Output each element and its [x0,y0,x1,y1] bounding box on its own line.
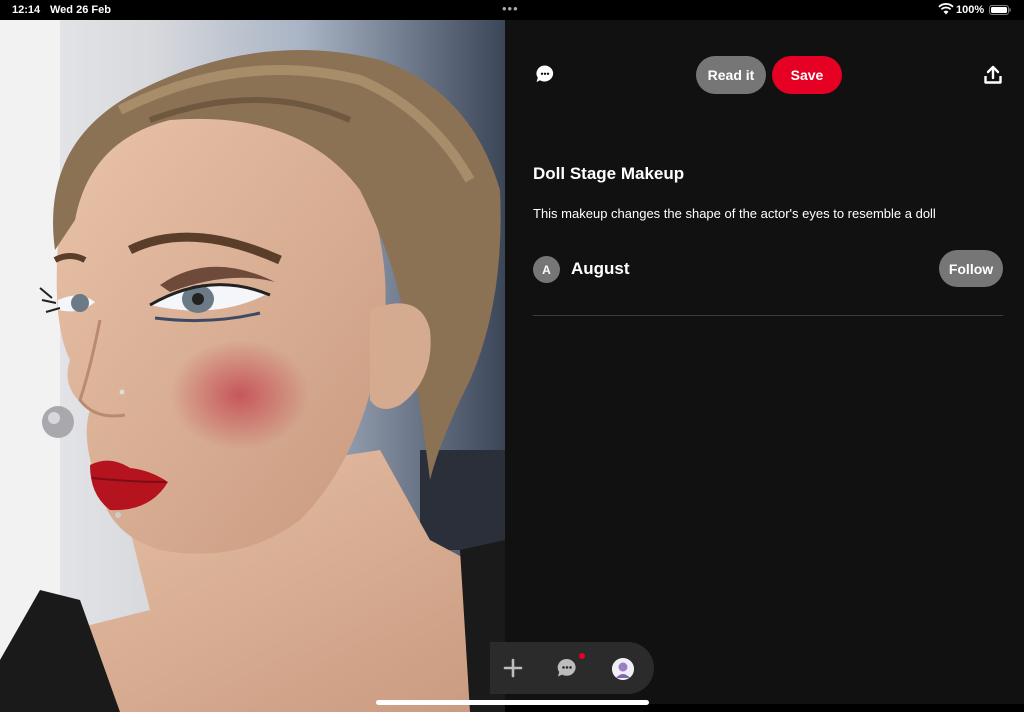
notification-dot [579,653,585,659]
wifi-icon [938,3,954,15]
avatar-icon[interactable] [612,658,634,680]
upload-share-icon[interactable] [983,65,1003,85]
pin-description: This makeup changes the shape of the act… [533,206,936,221]
multitask-dots[interactable]: ••• [502,1,519,16]
bottom-nav-bar [490,642,654,694]
plus-icon[interactable] [503,658,523,678]
status-bar: 12:14 Wed 26 Feb ••• 100% [0,0,1024,20]
save-button[interactable]: Save [772,56,842,94]
pin-photo-illustration [0,20,505,712]
battery-percent: 100% [956,4,985,16]
status-time: 12:14 [12,4,41,16]
battery-icon [989,5,1011,15]
home-indicator[interactable] [376,700,649,705]
chat-icon[interactable] [556,657,578,679]
pin-detail-panel: Read it Save Doll Stage Makeup This make… [505,20,1024,704]
status-date: Wed 26 Feb [50,4,111,16]
pin-title: Doll Stage Makeup [533,164,685,183]
read-it-button[interactable]: Read it [696,56,766,94]
divider [533,315,1003,316]
author-name[interactable]: August [571,259,630,279]
follow-button[interactable]: Follow [939,250,1003,287]
pin-image[interactable] [0,20,505,712]
speech-bubble-icon[interactable] [535,64,555,84]
author-avatar[interactable]: A [533,256,560,283]
